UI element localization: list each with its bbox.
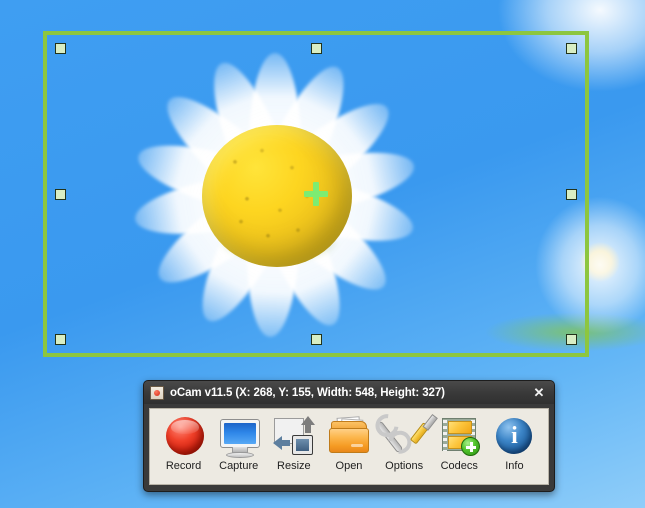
center-crosshair-icon [304, 182, 328, 206]
resize-button[interactable]: Resize [267, 414, 321, 472]
resize-handle-bottom-right[interactable] [566, 334, 577, 345]
info-icon: i [493, 416, 535, 458]
desktop-screen: oCam v11.5 (X: 268, Y: 155, Width: 548, … [0, 0, 645, 508]
resize-icon [273, 416, 315, 458]
record-button[interactable]: Record [157, 414, 211, 472]
monitor-icon [218, 416, 260, 458]
resize-handle-bottom-center[interactable] [311, 334, 322, 345]
open-button-label: Open [336, 460, 363, 472]
film-add-icon [438, 416, 480, 458]
resize-handle-middle-left[interactable] [55, 189, 66, 200]
record-icon [163, 416, 205, 458]
close-icon[interactable]: ✕ [530, 384, 548, 401]
ocam-app-icon [150, 386, 164, 400]
codecs-button[interactable]: Codecs [432, 414, 486, 472]
resize-handle-top-right[interactable] [566, 43, 577, 54]
open-button[interactable]: Open [322, 414, 376, 472]
options-button[interactable]: Options [377, 414, 431, 472]
resize-button-label: Resize [277, 460, 311, 472]
info-button-label: Info [505, 460, 523, 472]
capture-selection-rectangle[interactable] [43, 31, 589, 357]
resize-handle-middle-right[interactable] [566, 189, 577, 200]
record-button-label: Record [166, 460, 201, 472]
codecs-button-label: Codecs [441, 460, 478, 472]
tools-icon [383, 416, 425, 458]
capture-button[interactable]: Capture [212, 414, 266, 472]
window-titlebar[interactable]: oCam v11.5 (X: 268, Y: 155, Width: 548, … [144, 381, 554, 404]
info-button[interactable]: i Info [487, 414, 541, 472]
resize-handle-top-left[interactable] [55, 43, 66, 54]
resize-handle-bottom-left[interactable] [55, 334, 66, 345]
window-title: oCam v11.5 (X: 268, Y: 155, Width: 548, … [170, 387, 445, 399]
folder-icon [328, 416, 370, 458]
options-button-label: Options [385, 460, 423, 472]
main-toolbar: Record Capture Resize [149, 408, 549, 485]
ocam-window[interactable]: oCam v11.5 (X: 268, Y: 155, Width: 548, … [143, 380, 555, 492]
capture-button-label: Capture [219, 460, 258, 472]
resize-handle-top-center[interactable] [311, 43, 322, 54]
